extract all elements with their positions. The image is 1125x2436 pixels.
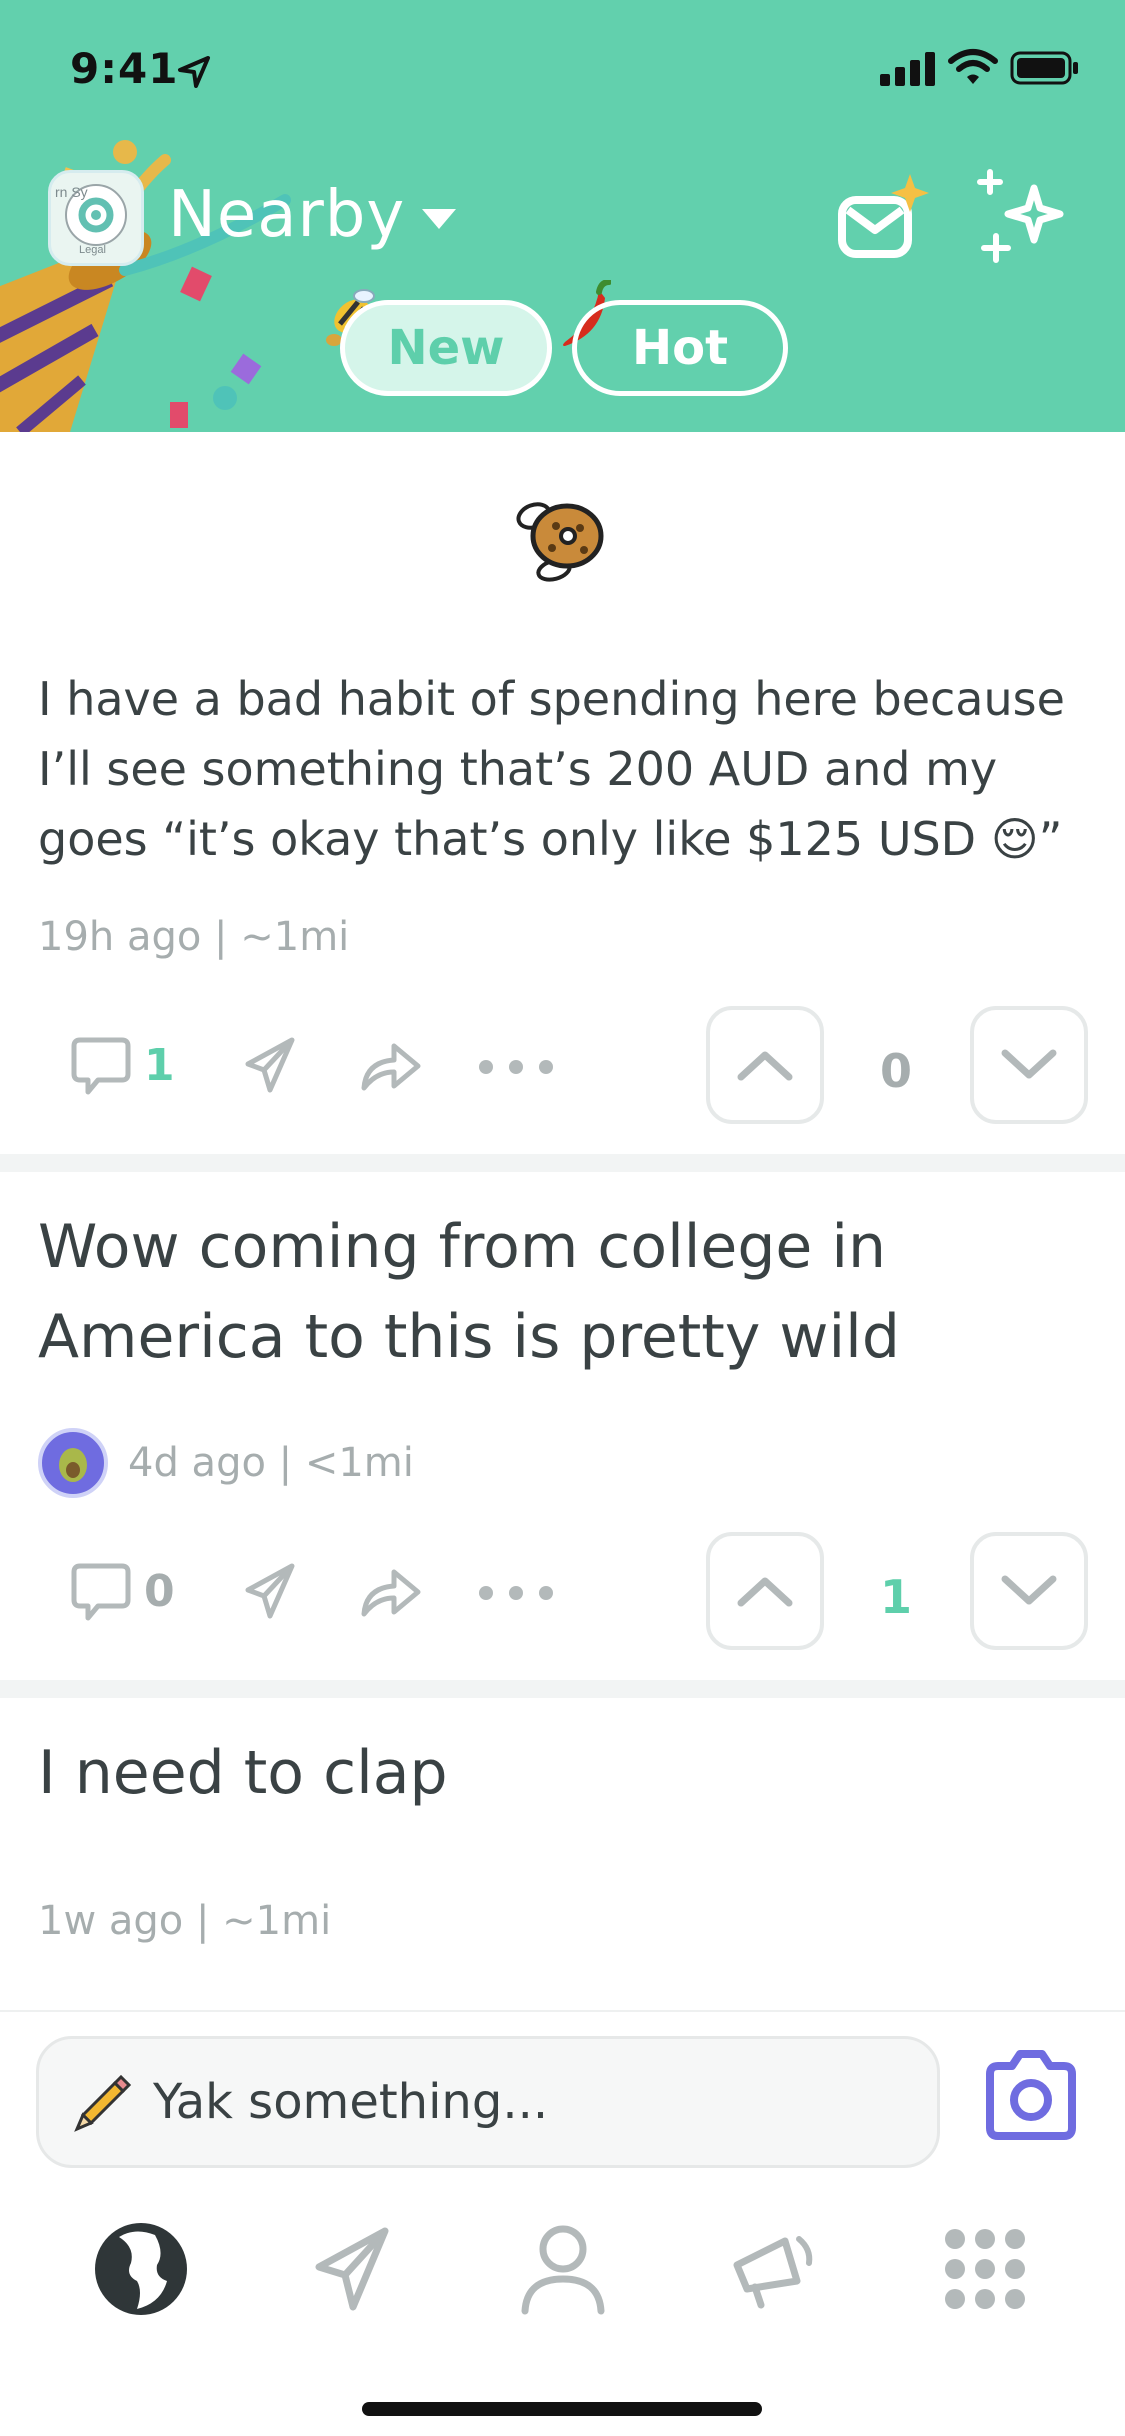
- tab-messages[interactable]: [298, 2214, 408, 2324]
- comment-button[interactable]: 1: [70, 1034, 175, 1096]
- logo-badge-icon: rn Sy Legal: [55, 184, 127, 256]
- logo-text-top: rn Sy: [55, 184, 88, 200]
- forward-icon[interactable]: [358, 1562, 422, 1622]
- app-logo[interactable]: rn Sy Legal: [48, 170, 144, 266]
- comment-icon: [71, 1563, 131, 1621]
- chevron-down-icon: [1001, 1049, 1057, 1079]
- tab-hot[interactable]: Hot: [572, 300, 788, 396]
- post-meta: 1w ago | ~1mi: [38, 1898, 332, 1944]
- bottom-tab-bar: [0, 2180, 1125, 2436]
- post-meta: 19h ago | ~1mi: [38, 914, 350, 960]
- post-text: I have a bad habit of spending here beca…: [38, 672, 1065, 866]
- chevron-down-icon: [422, 209, 457, 229]
- post-card[interactable]: I need to clap 1w ago | ~1mi: [0, 1698, 1125, 2010]
- logo-text-bottom: Legal: [79, 244, 106, 256]
- compose-bar: Yak something...: [0, 2010, 1125, 2180]
- app-header: 9:41 rn Sy Legal Nearby New Hot: [0, 0, 1125, 432]
- avocado-avatar-icon: [59, 1448, 87, 1482]
- tab-more[interactable]: [930, 2214, 1040, 2324]
- chevron-up-icon: [737, 1577, 793, 1607]
- megaphone-icon: [733, 2236, 813, 2309]
- user-icon: [521, 2225, 605, 2315]
- post-divider: [0, 1154, 1125, 1172]
- home-indicator: [362, 2402, 762, 2416]
- more-options-icon[interactable]: [476, 1058, 556, 1076]
- tab-new[interactable]: New: [340, 300, 552, 396]
- chevron-up-icon: [737, 1051, 793, 1081]
- post-text: Wow coming from college in America to th…: [38, 1212, 900, 1372]
- apps-grid-icon: [945, 2229, 1025, 2309]
- post-feed[interactable]: I have a bad habit of spending here beca…: [0, 432, 1125, 2010]
- comment-count: 1: [144, 1039, 175, 1091]
- compose-placeholder: Yak something...: [153, 2074, 549, 2130]
- post-card[interactable]: I have a bad habit of spending here beca…: [0, 432, 1125, 1154]
- post-text: I need to clap: [38, 1738, 448, 1808]
- paper-plane-icon: [315, 2227, 389, 2311]
- forward-icon[interactable]: [358, 1036, 422, 1096]
- status-bar: 9:41: [0, 0, 1125, 140]
- tab-announcements[interactable]: [720, 2214, 830, 2324]
- avatar: [38, 1428, 108, 1498]
- comment-icon: [71, 1037, 131, 1095]
- upvote-button[interactable]: [706, 1532, 824, 1650]
- status-time: 9:41: [70, 44, 179, 93]
- wifi-icon: [948, 49, 998, 84]
- camera-icon[interactable]: [976, 2044, 1086, 2154]
- tab-profile[interactable]: [508, 2214, 618, 2324]
- battery-icon: [1010, 51, 1078, 85]
- downvote-button[interactable]: [970, 1532, 1088, 1650]
- chevron-down-icon: [1001, 1575, 1057, 1605]
- downvote-button[interactable]: [970, 1006, 1088, 1124]
- comment-button[interactable]: 0: [70, 1560, 175, 1622]
- pencil-icon: [74, 2074, 132, 2132]
- messages-icon[interactable]: [836, 170, 936, 270]
- share-dm-icon[interactable]: [238, 1560, 302, 1624]
- post-meta: 4d ago | <1mi: [38, 1428, 414, 1498]
- page-title: Nearby: [168, 178, 406, 252]
- share-dm-icon[interactable]: [238, 1034, 302, 1098]
- post-divider: [0, 1680, 1125, 1698]
- vote-count: 1: [879, 1570, 912, 1624]
- comment-count: 0: [144, 1565, 175, 1617]
- post-card[interactable]: Wow coming from college in America to th…: [0, 1172, 1125, 1680]
- compose-input[interactable]: Yak something...: [36, 2036, 940, 2168]
- location-selector[interactable]: Nearby: [168, 170, 459, 260]
- tab-home[interactable]: [86, 2214, 196, 2324]
- upvote-button[interactable]: [706, 1006, 824, 1124]
- cellular-signal-icon: [880, 52, 935, 86]
- vote-count: 0: [879, 1044, 912, 1098]
- post-actions: 0 1: [0, 1532, 1125, 1658]
- location-arrow-icon: [178, 56, 210, 88]
- sparkles-icon[interactable]: [976, 166, 1076, 266]
- post-actions: 1 0: [0, 1006, 1125, 1132]
- post-meta-text: 4d ago | <1mi: [128, 1440, 414, 1486]
- globe-icon: [95, 2223, 187, 2315]
- cookie-sticker-icon: [516, 502, 604, 582]
- more-options-icon[interactable]: [476, 1584, 556, 1602]
